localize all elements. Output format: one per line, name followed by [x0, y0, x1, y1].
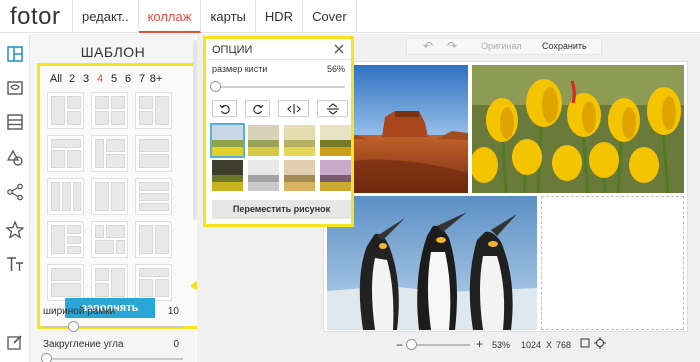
template-thumb[interactable] — [135, 264, 172, 301]
tab-edit[interactable]: редакт.. — [72, 0, 139, 33]
filter-thumb[interactable] — [284, 125, 315, 156]
template-thumb[interactable] — [91, 178, 128, 215]
count-5[interactable]: 5 — [107, 73, 121, 85]
layout-icon[interactable] — [5, 44, 25, 64]
fotor-app: fotor редакт.. коллаж карты HDR Cover ША… — [0, 0, 700, 362]
editor-toolbar: ↶ ↷ Оригинал Сохранить — [406, 38, 602, 55]
photo-tulips[interactable] — [472, 65, 684, 193]
count-all[interactable]: All — [47, 73, 65, 85]
template-thumb[interactable] — [47, 135, 84, 172]
divider — [206, 59, 351, 60]
shapes-icon[interactable] — [5, 148, 25, 168]
close-icon[interactable] — [333, 42, 345, 54]
tab-hdr[interactable]: HDR — [256, 0, 304, 33]
count-2[interactable]: 2 — [65, 73, 79, 85]
count-6[interactable]: 6 — [121, 73, 135, 85]
tab-cards[interactable]: карты — [201, 0, 256, 33]
slider-knob[interactable] — [406, 339, 417, 350]
template-thumb[interactable] — [47, 92, 84, 129]
fit-screen-icon[interactable] — [580, 338, 590, 350]
flip-vertical-icon[interactable] — [317, 100, 348, 117]
rows-icon[interactable] — [5, 112, 25, 132]
dimension-separator: X — [546, 340, 553, 350]
flip-horizontal-icon[interactable] — [278, 100, 309, 117]
count-7[interactable]: 7 — [135, 73, 149, 85]
filter-thumb[interactable] — [212, 160, 243, 191]
template-panel: ШАБЛОН All 2 3 4 5 6 7 8+ заполнять шири… — [30, 34, 247, 362]
share-icon[interactable] — [5, 182, 25, 202]
template-thumb[interactable] — [47, 221, 84, 258]
brush-size-label: размер кисти — [212, 64, 268, 74]
border-width-value: 10 — [167, 306, 179, 317]
move-picture-button[interactable]: Переместить рисунок — [212, 200, 351, 219]
options-title: ОПЦИИ — [212, 44, 253, 56]
corner-round-slider[interactable] — [41, 353, 183, 362]
empty-photo-slot[interactable] — [541, 196, 684, 330]
photo-frame-icon[interactable] — [5, 78, 25, 98]
text-icon[interactable] — [5, 254, 25, 274]
rotate-right-icon[interactable] — [245, 100, 270, 117]
count-8-plus[interactable]: 8+ — [149, 73, 163, 85]
tool-rail — [0, 34, 30, 362]
photo-count-filter: All 2 3 4 5 6 7 8+ — [47, 73, 163, 85]
filter-grid — [210, 123, 351, 191]
tab-collage[interactable]: коллаж — [138, 0, 202, 33]
undo-icon[interactable]: ↶ — [423, 39, 433, 53]
template-thumb[interactable] — [91, 264, 128, 301]
slider-knob[interactable] — [68, 321, 79, 332]
filter-thumb[interactable] — [320, 125, 351, 156]
edit-icon[interactable] — [5, 332, 25, 352]
rotate-left-icon[interactable] — [212, 100, 237, 117]
star-icon[interactable] — [5, 220, 25, 240]
brush-size-slider[interactable] — [210, 81, 345, 92]
slider-knob[interactable] — [210, 81, 221, 92]
corner-round-label: Закругление угла — [43, 339, 124, 350]
zoom-percent: 53% — [492, 340, 511, 350]
border-width-slider[interactable] — [43, 321, 183, 332]
filter-thumb[interactable] — [210, 123, 245, 158]
count-3[interactable]: 3 — [79, 73, 93, 85]
redo-icon[interactable]: ↷ — [447, 39, 457, 53]
template-thumb[interactable] — [91, 135, 128, 172]
original-button[interactable]: Оригинал — [481, 41, 522, 51]
template-box: All 2 3 4 5 6 7 8+ заполнять — [37, 63, 213, 329]
tab-cover[interactable]: Cover — [303, 0, 357, 33]
canvas-width: 1024 — [521, 340, 542, 350]
filter-thumb[interactable] — [248, 125, 279, 156]
filter-thumb[interactable] — [284, 160, 315, 191]
filter-thumb[interactable] — [248, 160, 279, 191]
options-panel: ОПЦИИ размер кисти 56% Переместить рисун… — [203, 36, 354, 227]
template-thumb[interactable] — [47, 178, 84, 215]
template-thumb[interactable] — [135, 135, 172, 172]
border-width-label: шириной рамки — [43, 306, 116, 317]
zoom-slider[interactable] — [406, 339, 470, 350]
filter-thumb[interactable] — [320, 160, 351, 191]
target-icon[interactable] — [594, 337, 606, 351]
top-bar: fotor редакт.. коллаж карты HDR Cover — [0, 0, 700, 33]
template-thumb[interactable] — [135, 221, 172, 258]
template-thumb[interactable] — [91, 221, 128, 258]
app-logo[interactable]: fotor — [10, 3, 61, 31]
brush-size-value: 56% — [326, 64, 345, 74]
zoom-bar: − + 53% 1024 X 768 — [396, 335, 606, 355]
template-thumb[interactable] — [47, 264, 84, 301]
corner-round-value: 0 — [173, 339, 179, 350]
transform-tools — [212, 100, 348, 117]
template-thumb[interactable] — [135, 178, 172, 215]
zoom-in-icon[interactable]: + — [476, 337, 483, 351]
photo-penguins[interactable] — [327, 196, 537, 330]
canvas-height: 768 — [556, 340, 572, 350]
main-tabs: редакт.. коллаж карты HDR Cover — [72, 0, 357, 33]
zoom-out-icon[interactable]: − — [396, 338, 403, 352]
template-thumb[interactable] — [135, 92, 172, 129]
template-thumb[interactable] — [91, 92, 128, 129]
template-title: ШАБЛОН — [80, 44, 146, 60]
save-button[interactable]: Сохранить — [542, 41, 587, 51]
slider-knob[interactable] — [41, 353, 52, 362]
count-4[interactable]: 4 — [93, 73, 107, 85]
